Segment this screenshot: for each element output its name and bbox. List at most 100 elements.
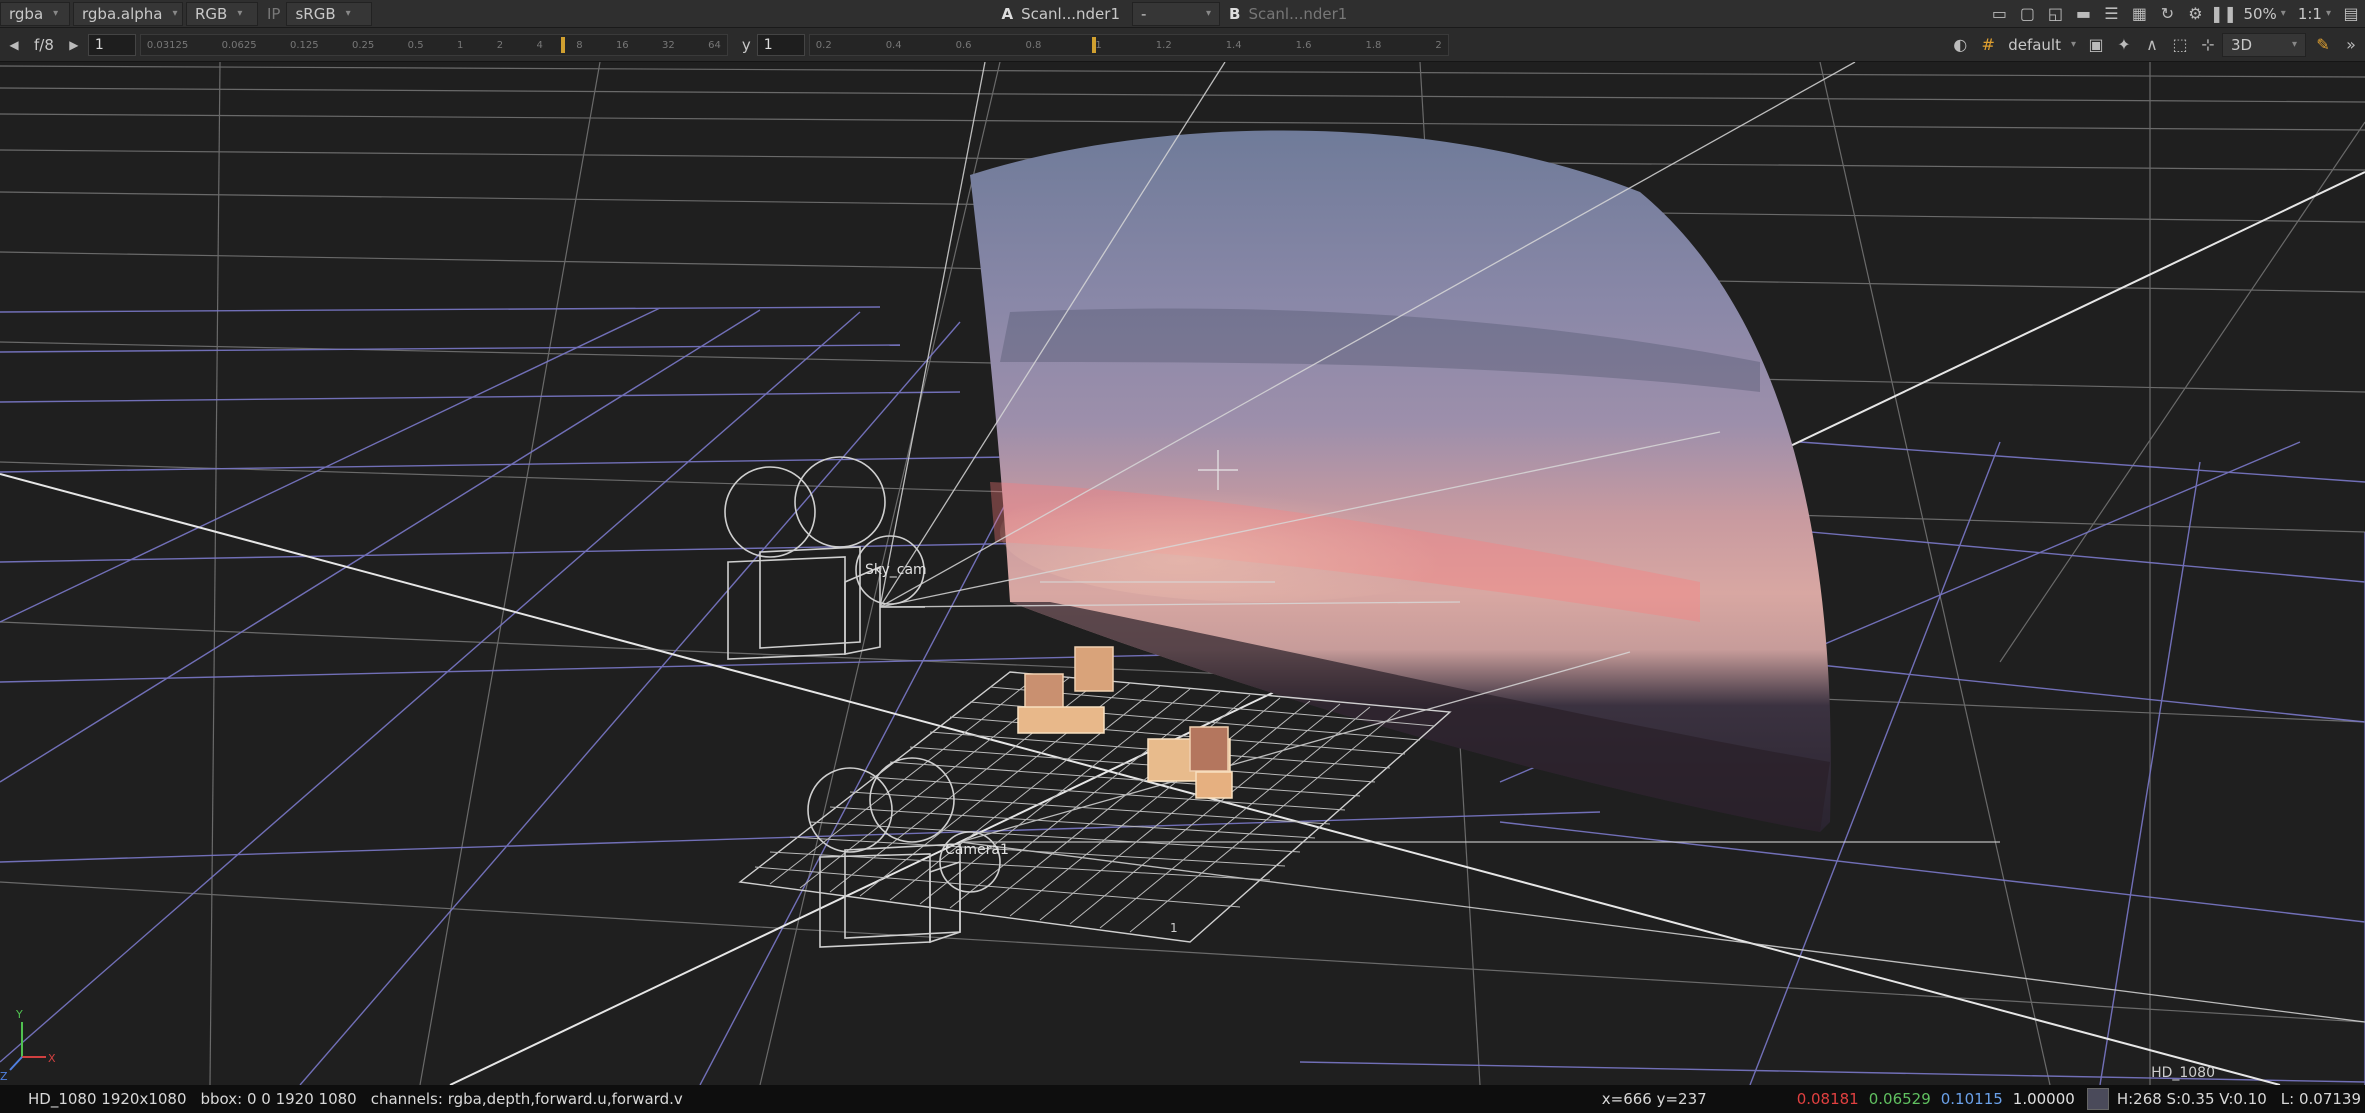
gain-tick: 64 [708, 40, 721, 51]
status-red-value: 0.08181 [1796, 1090, 1859, 1108]
panel-menu-icon[interactable]: ▤ [2338, 2, 2364, 26]
gamma-tick: 1.8 [1365, 40, 1382, 51]
gain-tick: 16 [615, 40, 629, 51]
proxy-value: 1:1 [2297, 4, 2322, 23]
axis-icon[interactable]: ⊹ [2195, 33, 2221, 57]
chevron-down-icon: ▾ [2070, 39, 2076, 50]
gamma-field[interactable]: 1 [756, 33, 805, 56]
zoom-dropdown[interactable]: 50% ▾ [2237, 2, 2291, 26]
gamma-slider-ticks: 0.2 0.4 0.6 0.8 1 1.2 1.4 1.6 1.8 2 [816, 35, 1442, 57]
gain-tick: 1 [456, 40, 464, 51]
gain-tick: 0.0625 [221, 40, 257, 51]
colorspace-dropdown[interactable]: sRGB ▾ [286, 1, 373, 26]
roi-icon[interactable]: ▭ [1986, 2, 2012, 26]
alpha-channel-value: rgba.alpha [82, 4, 163, 23]
wipe-value: - [1141, 4, 1147, 23]
ip-toggle[interactable]: IP [261, 2, 286, 26]
gain-tick: 0.25 [352, 40, 375, 51]
status-format: HD_1080 1920x1080 [28, 1090, 187, 1108]
overscan-icon[interactable]: ◱ [2042, 2, 2068, 26]
colorspace-value: sRGB [295, 4, 336, 23]
prev-fstop-icon[interactable]: ◀ [1, 33, 27, 57]
next-fstop-icon[interactable]: ▶ [61, 33, 87, 57]
gain-tick: 0.125 [290, 40, 319, 51]
refresh-icon[interactable]: ↻ [2154, 2, 2180, 26]
chevron-down-icon: ▾ [237, 8, 243, 19]
selection-box-icon[interactable]: ⬚ [2167, 33, 2193, 57]
status-channels: channels: rgba,depth,forward.u,forward.v [370, 1090, 683, 1108]
zoom-value: 50% [2243, 4, 2277, 23]
gamma-label: y [741, 35, 751, 54]
pause-icon[interactable]: ❚❚ [2210, 2, 2237, 26]
camera-view-icon[interactable]: ▣ [2083, 33, 2109, 57]
curve-icon[interactable]: ∧ [2139, 33, 2165, 57]
gain-tick: 2 [496, 40, 504, 51]
status-luma: L: 0.07139 [2280, 1090, 2361, 1108]
lines-icon[interactable]: ☰ [2098, 2, 2124, 26]
color-swatch [2086, 1088, 2109, 1110]
chevron-down-icon: ▾ [172, 8, 178, 19]
grid-hash-icon[interactable]: # [1975, 33, 2001, 57]
gain-slider[interactable]: 0.03125 0.0625 0.125 0.25 0.5 1 2 4 8 16 32 64 [139, 33, 728, 57]
gamma-tick: 0.6 [955, 40, 972, 51]
gizmo-x-label: X [48, 1052, 56, 1065]
wipe-dropdown[interactable]: - ▾ [1132, 1, 1220, 26]
display-channels-value: RGB [195, 4, 228, 23]
scopes-icon[interactable]: ▬ [2070, 2, 2096, 26]
viewer-lut-value: default [2008, 35, 2061, 54]
chevron-down-icon: ▾ [1205, 8, 1211, 19]
gizmo-y-label: Y [15, 1008, 23, 1021]
gain-slider-ticks: 0.03125 0.0625 0.125 0.25 0.5 1 2 4 8 16 32 64 [147, 35, 721, 57]
input-a-value: Scanl...nder1 [1021, 4, 1120, 23]
status-blue-value: 0.10115 [1940, 1090, 2003, 1108]
viewer-3d-viewport[interactable]: Sky_cam Camera1 1 Y Z X HD_1080 [0, 62, 2365, 1085]
input-b-label: B [1229, 4, 1241, 23]
lights-icon[interactable]: ✦ [2111, 33, 2137, 57]
clipping-icon[interactable]: ▦ [2126, 2, 2152, 26]
gamma-slider-handle[interactable] [1091, 36, 1096, 53]
viewer-lut-dropdown[interactable]: default ▾ [2002, 33, 2082, 57]
chevron-down-icon: ▾ [2325, 8, 2331, 19]
sky-cam-label: Sky_cam [865, 562, 927, 578]
ground-card-label: 1 [1170, 921, 1178, 935]
chevron-down-icon: ▾ [345, 8, 351, 19]
status-bar: HD_1080 1920x1080 bbox: 0 0 1920 1080 ch… [0, 1085, 2365, 1113]
status-green-value: 0.06529 [1868, 1090, 1931, 1108]
gain-tick: 0.5 [407, 40, 424, 51]
channels-dropdown[interactable]: rgba ▾ [0, 1, 70, 26]
status-hsv: H:268 S:0.35 V:0.10 [2116, 1090, 2267, 1108]
gamma-tick: 2 [1435, 40, 1442, 51]
gamma-tick: 1.6 [1295, 40, 1312, 51]
chevron-down-icon: ▾ [2280, 8, 2286, 19]
gain-slider-handle[interactable] [560, 36, 565, 53]
input-a-selector[interactable]: A Scanl...nder1 [995, 2, 1126, 26]
display-channels-dropdown[interactable]: RGB ▾ [186, 1, 258, 26]
viewer-toolbar-second: ◀ f/8 ▶ 1 0.03125 0.0625 0.125 0.25 0.5 1 2 4 8 1… [0, 28, 2365, 62]
fstop-value[interactable]: f/8 [28, 33, 60, 57]
paint-brush-icon[interactable]: ✎ [2310, 33, 2336, 57]
status-coords: x=666 y=237 [1601, 1090, 1707, 1108]
viewer-toolbar-top: rgba ▾ rgba.alpha ▾ RGB ▾ IP sRGB ▾ A Sc… [0, 0, 2365, 28]
format-label: HD_1080 [2151, 1065, 2215, 1081]
input-b-value: Scanl...nder1 [1248, 4, 1348, 23]
overflow-icon[interactable]: » [2338, 33, 2364, 57]
settings-icon[interactable]: ⚙ [2182, 2, 2208, 26]
gamma-tick: 1 [1095, 40, 1102, 51]
gizmo-z-label: Z [0, 1070, 8, 1083]
gain-field[interactable]: 1 [87, 33, 136, 56]
gamma-tick: 1.4 [1225, 40, 1242, 51]
gain-tick: 8 [576, 40, 583, 51]
view-mode-value: 3D [2231, 35, 2253, 54]
input-a-label: A [1001, 4, 1014, 23]
gamma-slider[interactable]: 0.2 0.4 0.6 0.8 1 1.2 1.4 1.6 1.8 2 [808, 33, 1449, 57]
gain-tick: 32 [662, 40, 675, 51]
view-mode-dropdown[interactable]: 3D ▾ [2222, 32, 2306, 57]
gamma-tick: 0.2 [815, 40, 832, 51]
monitor-icon[interactable]: ▢ [2014, 2, 2040, 26]
wipe-toggle-icon[interactable]: ◐ [1947, 33, 1973, 57]
proxy-dropdown[interactable]: 1:1 ▾ [2292, 2, 2337, 26]
gamma-tick: 1.2 [1155, 40, 1172, 51]
input-b-selector[interactable]: B Scanl...nder1 [1223, 2, 1353, 26]
alpha-channel-dropdown[interactable]: rgba.alpha ▾ [73, 1, 183, 26]
gain-tick: 0.03125 [146, 40, 189, 51]
